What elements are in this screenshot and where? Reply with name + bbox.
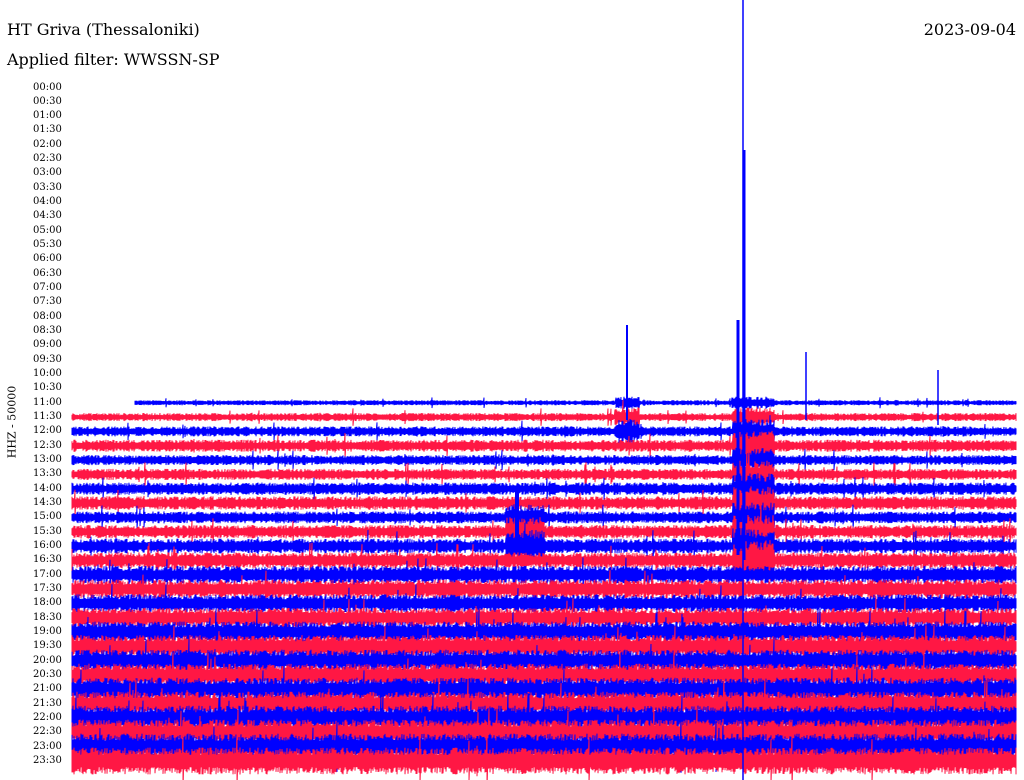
seismogram-traces (71, 0, 1017, 780)
trace-1330 (71, 443, 1017, 505)
trace-1100 (134, 396, 1017, 409)
